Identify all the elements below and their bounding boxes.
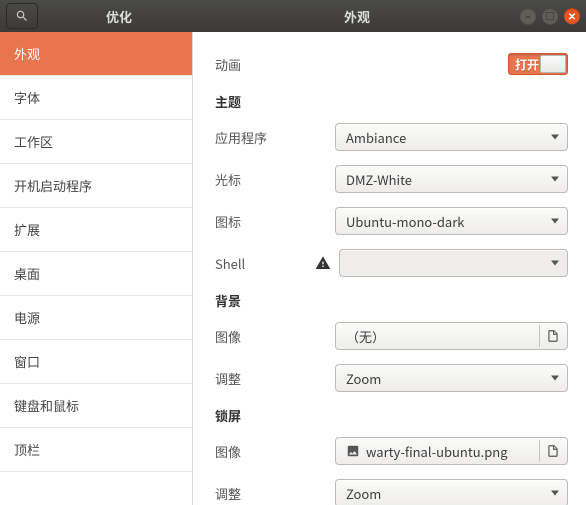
dropdown-value: （无）: [346, 327, 385, 346]
theme-cursor-dropdown[interactable]: DMZ-White: [335, 165, 568, 193]
image-file-icon: [346, 444, 360, 458]
chevron-down-icon: [551, 177, 559, 182]
sidebar: 外观 字体 工作区 开机启动程序 扩展 桌面 电源 窗口 键盘和鼠标 顶栏: [0, 32, 193, 505]
sidebar-item-label: 外观: [14, 44, 40, 63]
background-image-label: 图像: [215, 327, 335, 346]
minimize-button[interactable]: ‒: [520, 8, 536, 24]
theme-cursor-label: 光标: [215, 170, 335, 189]
background-adjust-label: 调整: [215, 369, 335, 388]
theme-icons-dropdown[interactable]: Ubuntu-mono-dark: [335, 207, 568, 235]
sidebar-item-label: 窗口: [14, 352, 40, 371]
animations-label: 动画: [215, 55, 335, 74]
content-pane: 动画 打开 主题 应用程序 Ambiance 光标: [193, 32, 586, 505]
sidebar-item-desktop[interactable]: 桌面: [0, 252, 192, 296]
lockscreen-adjust-label: 调整: [215, 484, 335, 503]
sidebar-item-label: 电源: [14, 308, 40, 327]
search-icon: [15, 9, 29, 23]
lockscreen-image-label: 图像: [215, 442, 335, 461]
toggle-on-text: 打开: [509, 56, 539, 73]
background-heading: 背景: [215, 291, 568, 310]
sidebar-item-label: 键盘和鼠标: [14, 396, 79, 415]
background-adjust-dropdown[interactable]: Zoom: [335, 364, 568, 392]
dropdown-value: Zoom: [346, 484, 381, 503]
theme-shell-dropdown: [339, 249, 568, 277]
lockscreen-adjust-dropdown[interactable]: Zoom: [335, 479, 568, 505]
titlebar-sidebar-title: 优化: [44, 7, 194, 26]
sidebar-item-workspaces[interactable]: 工作区: [0, 120, 192, 164]
titlebar: 优化 外观 ‒ □ ✕: [0, 0, 586, 32]
sidebar-item-extensions[interactable]: 扩展: [0, 208, 192, 252]
dropdown-value: Zoom: [346, 369, 381, 388]
dropdown-value: Ubuntu-mono-dark: [346, 212, 464, 231]
sidebar-item-label: 开机启动程序: [14, 176, 92, 195]
sidebar-item-keyboard-mouse[interactable]: 键盘和鼠标: [0, 384, 192, 428]
dropdown-value: DMZ-White: [346, 170, 412, 189]
sidebar-item-topbar[interactable]: 顶栏: [0, 428, 192, 472]
theme-app-label: 应用程序: [215, 128, 335, 147]
toggle-knob: [540, 55, 566, 73]
document-open-icon: [546, 329, 560, 343]
chevron-down-icon: [551, 219, 559, 224]
theme-heading: 主题: [215, 92, 568, 111]
background-image-chooser[interactable]: （无）: [335, 322, 568, 350]
sidebar-item-appearance[interactable]: 外观: [0, 32, 192, 76]
file-open-button[interactable]: [539, 325, 565, 347]
chevron-down-icon: [551, 135, 559, 140]
titlebar-main-title: 外观: [194, 7, 520, 26]
theme-app-dropdown[interactable]: Ambiance: [335, 123, 568, 151]
sidebar-item-windows[interactable]: 窗口: [0, 340, 192, 384]
chevron-down-icon: [551, 261, 559, 266]
sidebar-item-fonts[interactable]: 字体: [0, 76, 192, 120]
lockscreen-heading: 锁屏: [215, 406, 568, 425]
theme-icons-label: 图标: [215, 212, 335, 231]
sidebar-item-label: 扩展: [14, 220, 40, 239]
sidebar-item-label: 字体: [14, 88, 40, 107]
close-button[interactable]: ✕: [564, 8, 580, 24]
sidebar-item-label: 工作区: [14, 132, 53, 151]
window-controls: ‒ □ ✕: [520, 8, 586, 24]
maximize-button[interactable]: □: [542, 8, 558, 24]
lockscreen-image-chooser[interactable]: warty-final-ubuntu.png: [335, 437, 568, 465]
document-open-icon: [546, 444, 560, 458]
sidebar-item-label: 顶栏: [14, 440, 40, 459]
dropdown-value: Ambiance: [346, 128, 406, 147]
warning-icon: [315, 255, 335, 271]
animations-toggle[interactable]: 打开: [508, 53, 568, 75]
sidebar-item-power[interactable]: 电源: [0, 296, 192, 340]
search-button[interactable]: [6, 3, 38, 29]
file-open-button[interactable]: [539, 440, 565, 462]
sidebar-item-startup[interactable]: 开机启动程序: [0, 164, 192, 208]
dropdown-value: warty-final-ubuntu.png: [366, 442, 508, 461]
sidebar-item-label: 桌面: [14, 264, 40, 283]
chevron-down-icon: [551, 491, 559, 496]
chevron-down-icon: [551, 376, 559, 381]
theme-shell-label: Shell: [215, 254, 245, 273]
